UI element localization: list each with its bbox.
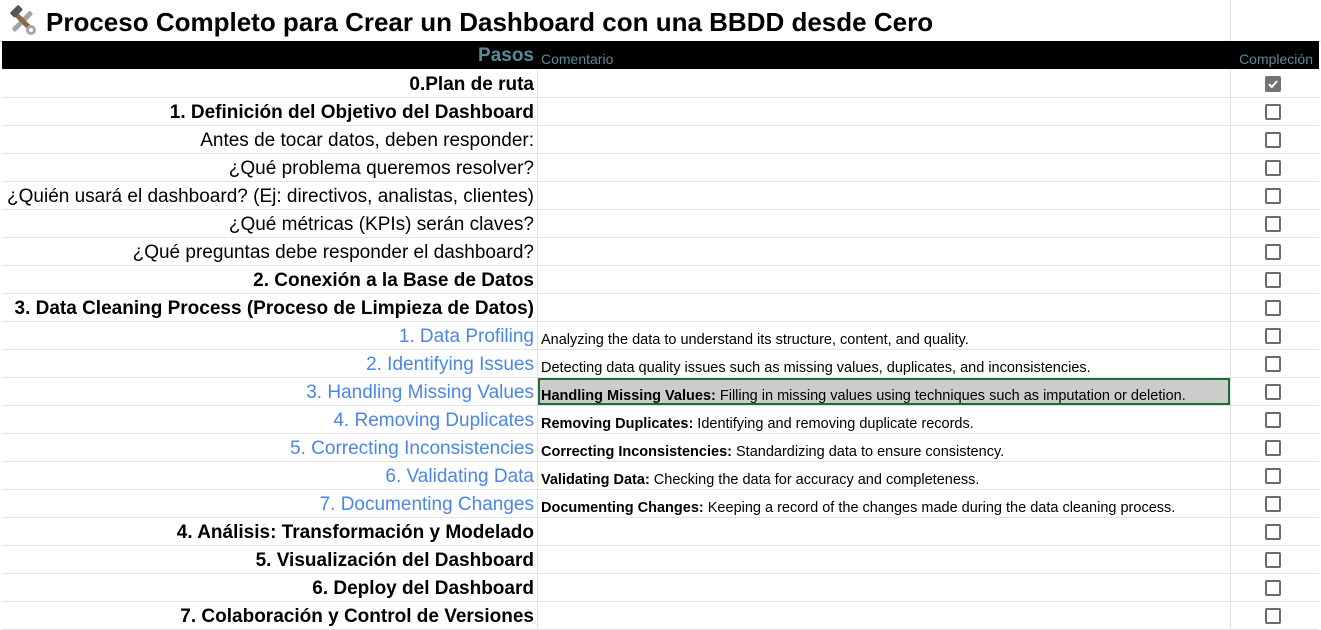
step-cell[interactable]: Antes de tocar datos, deben responder: xyxy=(200,130,534,152)
checkbox[interactable] xyxy=(1265,384,1281,400)
comment-text: Checking the data for accuracy and compl… xyxy=(649,472,980,488)
checkbox[interactable] xyxy=(1265,412,1281,428)
comment-label: Handling Missing Values: xyxy=(541,388,716,404)
step-cell[interactable]: ¿Qué preguntas debe responder el dashboa… xyxy=(133,242,534,264)
comment-text: Analyzing the data to understand its str… xyxy=(541,332,969,348)
table-row: 5. Visualización del Dashboard xyxy=(2,546,1319,574)
checkbox[interactable] xyxy=(1265,580,1281,596)
checkbox[interactable] xyxy=(1265,524,1281,540)
step-cell[interactable]: 1. Definición del Objetivo del Dashboard xyxy=(170,102,534,124)
checkbox[interactable] xyxy=(1265,468,1281,484)
checkbox[interactable] xyxy=(1265,272,1281,288)
step-cell[interactable]: 2. Identifying Issues xyxy=(366,354,534,376)
checkbox[interactable] xyxy=(1265,132,1281,148)
comment-text: Identifying and removing duplicate recor… xyxy=(693,416,974,432)
table-row: 4. Removing Duplicates Removing Duplicate… xyxy=(2,406,1319,434)
checkbox[interactable] xyxy=(1265,328,1281,344)
table-row: ¿Qué preguntas debe responder el dashboa… xyxy=(2,238,1319,266)
table-row: 3. Handling Missing Values Handling Missi… xyxy=(2,378,1319,406)
comment-cell[interactable]: Documenting Changes: Keeping a record of… xyxy=(541,499,1175,517)
comment-cell[interactable]: Detecting data quality issues such as mi… xyxy=(541,359,1091,377)
checkbox[interactable] xyxy=(1265,244,1281,260)
step-cell[interactable]: 7. Documenting Changes xyxy=(320,494,534,516)
step-cell[interactable]: 1. Data Profiling xyxy=(399,326,534,348)
comment-text: Filling in missing values using techniqu… xyxy=(715,388,1186,404)
step-cell[interactable]: 3. Data Cleaning Process (Proceso de Lim… xyxy=(15,298,535,320)
sheet-title: Proceso Completo para Crear un Dashboard… xyxy=(46,7,934,37)
step-cell[interactable]: ¿Qué métricas (KPIs) serán claves? xyxy=(229,214,534,236)
table-row: 0.Plan de ruta xyxy=(2,70,1319,98)
comment-cell[interactable]: Removing Duplicates: Identifying and rem… xyxy=(541,415,974,433)
checkmark-icon xyxy=(1268,80,1278,89)
step-cell[interactable]: 4. Removing Duplicates xyxy=(333,410,534,432)
table-row: 6. Validating Data Validating Data: Check… xyxy=(2,462,1319,490)
table-row: 4. Análisis: Transformación y Modelado xyxy=(2,518,1319,546)
table-row: 6. Deploy del Dashboard xyxy=(2,574,1319,602)
step-cell[interactable]: 6. Validating Data xyxy=(385,466,534,488)
checkbox[interactable] xyxy=(1265,300,1281,316)
step-cell[interactable]: 0.Plan de ruta xyxy=(409,74,534,96)
hammer-and-wrench-icon xyxy=(10,5,36,35)
step-cell[interactable]: 6. Deploy del Dashboard xyxy=(312,578,534,600)
table-row: 1. Data Profiling Analyzing the data to u… xyxy=(2,322,1319,350)
step-cell[interactable]: 4. Análisis: Transformación y Modelado xyxy=(177,522,534,544)
checkbox[interactable] xyxy=(1265,160,1281,176)
checkbox[interactable] xyxy=(1265,440,1281,456)
step-cell[interactable]: 7. Colaboración y Control de Versiones xyxy=(180,606,534,628)
step-cell[interactable]: ¿Quién usará el dashboard? (Ej: directiv… xyxy=(7,186,534,208)
step-cell[interactable]: 5. Visualización del Dashboard xyxy=(256,550,534,572)
table-row: 5. Correcting Inconsistencies Correcting … xyxy=(2,434,1319,462)
table-row: ¿Qué problema queremos resolver? xyxy=(2,154,1319,182)
checkbox[interactable] xyxy=(1265,608,1281,624)
table-row: 2. Conexión a la Base de Datos xyxy=(2,266,1319,294)
header-steps: Pasos xyxy=(478,45,534,66)
step-cell[interactable]: 3. Handling Missing Values xyxy=(306,382,534,404)
checkbox-checked[interactable] xyxy=(1265,76,1281,92)
comment-cell[interactable]: Validating Data: Checking the data for a… xyxy=(541,471,979,489)
column-header-row: Pasos Comentario Compleción xyxy=(2,41,1319,69)
table-row: 1. Definición del Objetivo del Dashboard xyxy=(2,98,1319,126)
checkbox[interactable] xyxy=(1265,356,1281,372)
table-row: 2. Identifying Issues Detecting data qual… xyxy=(2,350,1319,378)
table-row: 7. Documenting Changes Documenting Change… xyxy=(2,490,1319,518)
step-cell[interactable]: ¿Qué problema queremos resolver? xyxy=(229,158,534,180)
checkbox[interactable] xyxy=(1265,216,1281,232)
comment-label: Removing Duplicates: xyxy=(541,416,694,432)
step-cell[interactable]: 2. Conexión a la Base de Datos xyxy=(253,270,534,292)
checkbox[interactable] xyxy=(1265,188,1281,204)
checkbox[interactable] xyxy=(1265,552,1281,568)
comment-label: Documenting Changes: xyxy=(541,500,704,516)
table-row: ¿Qué métricas (KPIs) serán claves? xyxy=(2,210,1319,238)
table-row: ¿Quién usará el dashboard? (Ej: directiv… xyxy=(2,182,1319,210)
table-row: 3. Data Cleaning Process (Proceso de Lim… xyxy=(2,294,1319,322)
comment-cell[interactable]: Analyzing the data to understand its str… xyxy=(541,331,969,349)
title-row: Proceso Completo para Crear un Dashboard… xyxy=(0,0,1321,42)
table-row: Antes de tocar datos, deben responder: xyxy=(2,126,1319,154)
header-completion: Compleción xyxy=(1239,51,1313,67)
comment-cell[interactable]: Handling Missing Values: Filling in miss… xyxy=(541,387,1186,405)
comment-text: Standardizing data to ensure consistency… xyxy=(731,444,1005,460)
comment-label: Validating Data: xyxy=(541,472,650,488)
comment-cell[interactable]: Correcting Inconsistencies: Standardizin… xyxy=(541,443,1004,461)
comment-label: Correcting Inconsistencies: xyxy=(541,444,732,460)
step-cell[interactable]: 5. Correcting Inconsistencies xyxy=(290,438,534,460)
checkbox[interactable] xyxy=(1265,104,1281,120)
comment-text: Keeping a record of the changes made dur… xyxy=(703,500,1176,516)
comment-text: Detecting data quality issues such as mi… xyxy=(541,360,1091,376)
table-row: 7. Colaboración y Control de Versiones xyxy=(2,602,1319,630)
checkbox[interactable] xyxy=(1265,496,1281,512)
header-comment: Comentario xyxy=(541,51,614,67)
